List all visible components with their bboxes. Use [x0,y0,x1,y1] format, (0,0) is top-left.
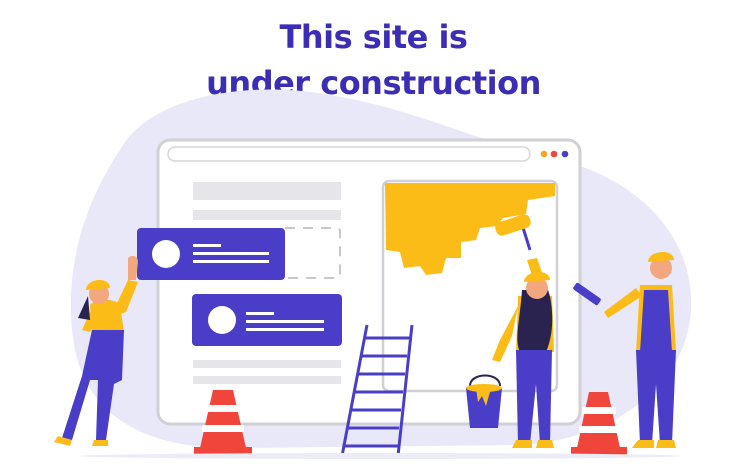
browser-dot-orange [540,150,548,158]
ground-shadow [80,453,680,459]
profile-card-held [137,228,285,280]
placeholder-bar [193,210,341,220]
placeholder-bar [193,182,341,200]
placeholder-bar [193,360,341,368]
browser-dot-purple [561,150,569,158]
placeholder-bar [193,376,341,384]
browser-dot-red [550,150,558,158]
construction-illustration [54,89,692,459]
profile-card [192,294,342,346]
